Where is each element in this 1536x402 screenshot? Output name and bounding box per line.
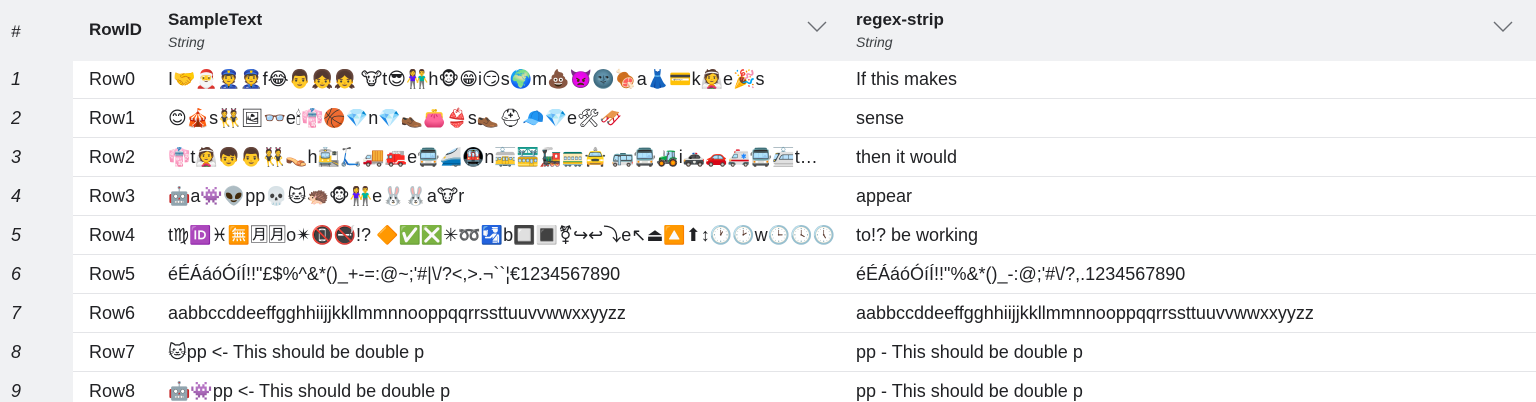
rowid-header[interactable]: RowID <box>73 0 163 61</box>
chevron-down-icon[interactable] <box>1492 18 1514 34</box>
column-name: SampleText <box>168 10 263 29</box>
row-id: Row6 <box>89 303 136 323</box>
table-row[interactable]: 4 Row3 🤖a👾👽pp💀🐱🦔🐵👫e🐰🐰a🐮r appear <box>0 177 1536 216</box>
row-id: Row3 <box>89 186 136 206</box>
row-id: Row8 <box>89 381 136 401</box>
column-header-sampletext[interactable]: SampleText String <box>160 0 848 61</box>
table-row[interactable]: 2 Row1 😊🎪s👯🖼👓e🕯👘🏀💎n💎👞👛👙s👞⛑🧢💎e🛠🛷 sense <box>0 99 1536 138</box>
regex-strip-cell[interactable]: éÉÁáóÓíÍ!!"%&*()_-:@;'#\/?,.1234567890 <box>856 255 1516 294</box>
row-index: 8 <box>11 342 22 362</box>
row-index: 7 <box>11 303 22 323</box>
regex-strip-cell[interactable]: to!? be working <box>856 216 1516 255</box>
row-id: Row2 <box>89 147 136 167</box>
sampletext-cell[interactable]: 🤖a👾👽pp💀🐱🦔🐵👫e🐰🐰a🐮r <box>168 177 840 216</box>
table-row[interactable]: 1 Row0 I🤝🎅👮👮f😂👨👧👧 🐮t😎👫h🐵😁i😏s🌍m💩👿🌚🍖a👗💳k👰e… <box>0 60 1536 99</box>
regex-strip-cell[interactable]: appear <box>856 177 1516 216</box>
row-index: 3 <box>11 147 22 167</box>
sampletext-cell[interactable]: t♍🆔♓🈚🈷🈷o✴📵🚭!? 🔶✅❎✳➿🛂b🔲🔳⚧↪↩⤵e↖⏏🔼⬆↕🕐🕑w🕒🕓🕔 <box>168 216 840 255</box>
row-id: Row7 <box>89 342 136 362</box>
table-row[interactable]: 8 Row7 🐱pp <- This should be double p pp… <box>0 333 1536 372</box>
data-table: # RowID SampleText String regex-strip St… <box>0 0 1536 402</box>
column-header-regex-strip[interactable]: regex-strip String <box>848 0 1536 61</box>
table-header: # RowID SampleText String regex-strip St… <box>0 0 1536 61</box>
row-id: Row0 <box>89 69 136 89</box>
regex-strip-cell[interactable]: sense <box>856 99 1516 138</box>
row-index: 6 <box>11 264 22 284</box>
table-row[interactable]: 3 Row2 👘t👰👦👨👯👡h🚉🛴🚚🚒e🚍🚄🚇n🚋🚟🚂🚃🚖 🚌🚍🚜i🚓🚗🚑🚍🚈t… <box>0 138 1536 177</box>
row-index: 9 <box>11 381 22 401</box>
sampletext-cell[interactable]: 🤖👾pp <- This should be double p <box>168 372 840 402</box>
column-type: String <box>856 34 893 50</box>
sampletext-cell[interactable]: 😊🎪s👯🖼👓e🕯👘🏀💎n💎👞👛👙s👞⛑🧢💎e🛠🛷 <box>168 99 840 138</box>
column-name: regex-strip <box>856 10 944 29</box>
index-header: # <box>11 22 21 41</box>
table-row[interactable]: 7 Row6 aabbccddeeffgghhiijjkkllmmnnooppq… <box>0 294 1536 333</box>
chevron-down-icon[interactable] <box>806 18 828 34</box>
row-id: Row1 <box>89 108 136 128</box>
regex-strip-cell[interactable]: pp - This should be double p <box>856 372 1516 402</box>
regex-strip-cell[interactable]: pp - This should be double p <box>856 333 1516 372</box>
sampletext-cell[interactable]: éÉÁáóÓíÍ!!"£$%^&*()_+-=:@~;'#|\/?<,>.¬``… <box>168 255 840 294</box>
row-id: Row5 <box>89 264 136 284</box>
sampletext-cell[interactable]: 👘t👰👦👨👯👡h🚉🛴🚚🚒e🚍🚄🚇n🚋🚟🚂🚃🚖 🚌🚍🚜i🚓🚗🚑🚍🚈t🚃🚃🚃 🚡🚡🚡 <box>168 138 840 177</box>
sampletext-cell[interactable]: 🐱pp <- This should be double p <box>168 333 840 372</box>
regex-strip-cell[interactable]: If this makes <box>856 60 1516 99</box>
table-row[interactable]: 9 Row8 🤖👾pp <- This should be double p p… <box>0 372 1536 402</box>
sampletext-cell[interactable]: I🤝🎅👮👮f😂👨👧👧 🐮t😎👫h🐵😁i😏s🌍m💩👿🌚🍖a👗💳k👰e🎉s <box>168 60 840 99</box>
row-index: 5 <box>11 225 22 245</box>
row-index: 2 <box>11 108 22 128</box>
regex-strip-cell[interactable]: aabbccddeeffgghhiijjkkllmmnnooppqqrrsstt… <box>856 294 1516 333</box>
rowid-header-label: RowID <box>89 20 142 39</box>
regex-strip-cell[interactable]: then it would <box>856 138 1516 177</box>
row-index: 1 <box>11 69 22 89</box>
table-row[interactable]: 6 Row5 éÉÁáóÓíÍ!!"£$%^&*()_+-=:@~;'#|\/?… <box>0 255 1536 294</box>
row-id: Row4 <box>89 225 136 245</box>
table-row[interactable]: 5 Row4 t♍🆔♓🈚🈷🈷o✴📵🚭!? 🔶✅❎✳➿🛂b🔲🔳⚧↪↩⤵e↖⏏🔼⬆↕… <box>0 216 1536 255</box>
column-type: String <box>168 34 205 50</box>
sampletext-cell[interactable]: aabbccddeeffgghhiijjkkllmmnnooppqqrrsstt… <box>168 294 840 333</box>
row-index: 4 <box>11 186 22 206</box>
